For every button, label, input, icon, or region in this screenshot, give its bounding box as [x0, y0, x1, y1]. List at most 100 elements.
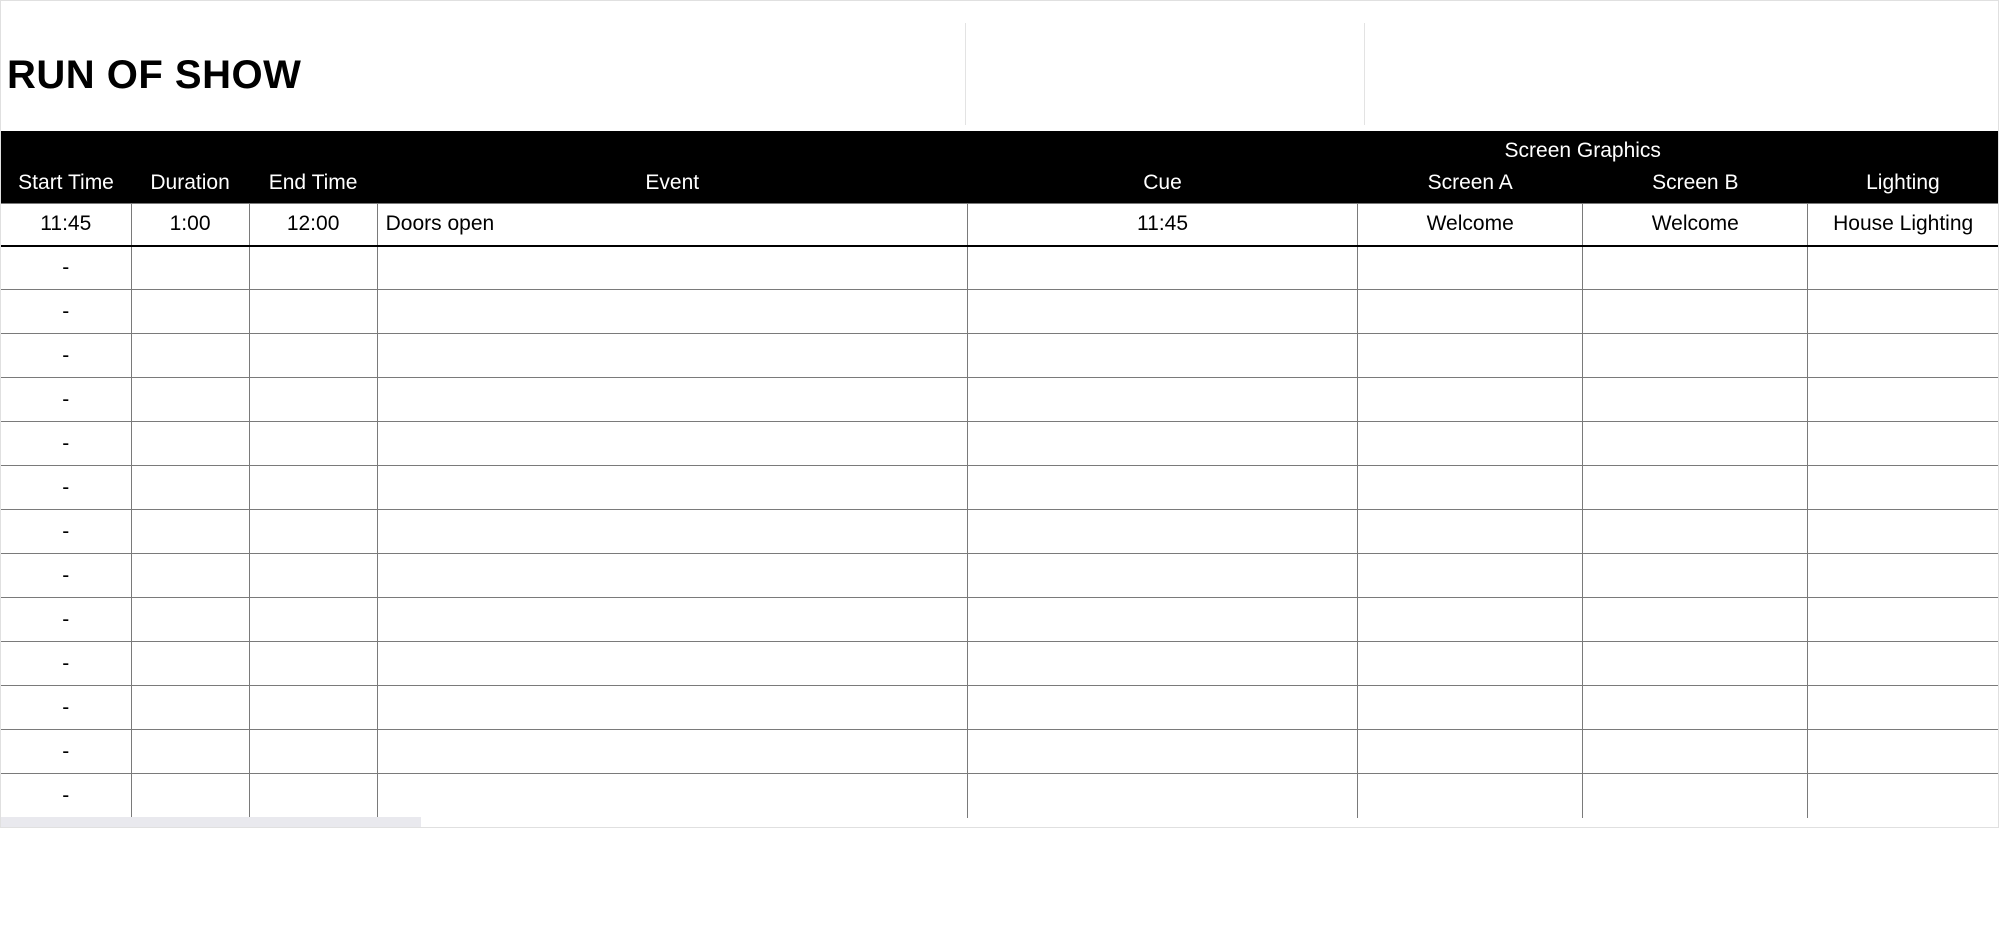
- cell-start-time[interactable]: -: [1, 466, 131, 510]
- table-row[interactable]: -: [1, 422, 1998, 466]
- cell-screen-b[interactable]: [1583, 466, 1808, 510]
- cell-duration[interactable]: [131, 774, 249, 818]
- cell-screen-a[interactable]: [1358, 422, 1583, 466]
- cell-screen-b[interactable]: [1583, 554, 1808, 598]
- cell-screen-b[interactable]: [1583, 510, 1808, 554]
- cell-lighting[interactable]: [1808, 466, 1998, 510]
- cell-start-time[interactable]: 11:45: [1, 204, 131, 246]
- cell-screen-b[interactable]: [1583, 642, 1808, 686]
- table-row[interactable]: -: [1, 246, 1998, 290]
- cell-cue[interactable]: [967, 290, 1357, 334]
- table-row[interactable]: -: [1, 554, 1998, 598]
- cell-end-time[interactable]: [249, 422, 377, 466]
- cell-screen-a[interactable]: Welcome: [1358, 204, 1583, 246]
- cell-end-time[interactable]: [249, 466, 377, 510]
- cell-cue[interactable]: [967, 334, 1357, 378]
- cell-screen-b[interactable]: [1583, 290, 1808, 334]
- table-row[interactable]: -: [1, 290, 1998, 334]
- cell-duration[interactable]: [131, 554, 249, 598]
- cell-screen-b[interactable]: [1583, 334, 1808, 378]
- cell-event[interactable]: [377, 290, 967, 334]
- cell-duration[interactable]: [131, 466, 249, 510]
- cell-event[interactable]: [377, 686, 967, 730]
- cell-cue[interactable]: [967, 686, 1357, 730]
- cell-cue[interactable]: [967, 246, 1357, 290]
- table-row[interactable]: -: [1, 334, 1998, 378]
- cell-event[interactable]: [377, 378, 967, 422]
- cell-start-time[interactable]: -: [1, 246, 131, 290]
- cell-duration[interactable]: [131, 730, 249, 774]
- cell-cue[interactable]: [967, 466, 1357, 510]
- cell-event[interactable]: [377, 334, 967, 378]
- cell-start-time[interactable]: -: [1, 730, 131, 774]
- cell-event[interactable]: [377, 422, 967, 466]
- cell-event[interactable]: [377, 774, 967, 818]
- cell-end-time[interactable]: 12:00: [249, 204, 377, 246]
- cell-event[interactable]: [377, 730, 967, 774]
- cell-lighting[interactable]: [1808, 730, 1998, 774]
- cell-cue[interactable]: [967, 598, 1357, 642]
- table-row[interactable]: -: [1, 466, 1998, 510]
- cell-end-time[interactable]: [249, 290, 377, 334]
- cell-screen-b[interactable]: [1583, 598, 1808, 642]
- cell-end-time[interactable]: [249, 686, 377, 730]
- cell-end-time[interactable]: [249, 334, 377, 378]
- cell-start-time[interactable]: -: [1, 334, 131, 378]
- cell-screen-a[interactable]: [1358, 642, 1583, 686]
- cell-start-time[interactable]: -: [1, 774, 131, 818]
- cell-duration[interactable]: [131, 598, 249, 642]
- cell-cue[interactable]: [967, 378, 1357, 422]
- cell-cue[interactable]: [967, 422, 1357, 466]
- cell-event[interactable]: Doors open: [377, 204, 967, 246]
- table-row[interactable]: -: [1, 686, 1998, 730]
- cell-lighting[interactable]: [1808, 598, 1998, 642]
- cell-cue[interactable]: 11:45: [967, 204, 1357, 246]
- cell-start-time[interactable]: -: [1, 378, 131, 422]
- cell-duration[interactable]: [131, 686, 249, 730]
- cell-cue[interactable]: [967, 774, 1357, 818]
- cell-lighting[interactable]: [1808, 686, 1998, 730]
- table-row[interactable]: -: [1, 642, 1998, 686]
- cell-cue[interactable]: [967, 642, 1357, 686]
- cell-lighting[interactable]: [1808, 554, 1998, 598]
- cell-lighting[interactable]: [1808, 246, 1998, 290]
- cell-lighting[interactable]: House Lighting: [1808, 204, 1998, 246]
- cell-end-time[interactable]: [249, 642, 377, 686]
- cell-screen-a[interactable]: [1358, 334, 1583, 378]
- table-row[interactable]: -: [1, 774, 1998, 818]
- cell-cue[interactable]: [967, 510, 1357, 554]
- cell-lighting[interactable]: [1808, 774, 1998, 818]
- cell-lighting[interactable]: [1808, 642, 1998, 686]
- cell-event[interactable]: [377, 554, 967, 598]
- cell-lighting[interactable]: [1808, 290, 1998, 334]
- cell-duration[interactable]: [131, 334, 249, 378]
- cell-screen-b[interactable]: [1583, 686, 1808, 730]
- cell-screen-a[interactable]: [1358, 290, 1583, 334]
- cell-lighting[interactable]: [1808, 378, 1998, 422]
- cell-start-time[interactable]: -: [1, 686, 131, 730]
- cell-screen-a[interactable]: [1358, 246, 1583, 290]
- cell-lighting[interactable]: [1808, 422, 1998, 466]
- cell-event[interactable]: [377, 598, 967, 642]
- cell-start-time[interactable]: -: [1, 598, 131, 642]
- cell-screen-b[interactable]: Welcome: [1583, 204, 1808, 246]
- table-row[interactable]: -: [1, 510, 1998, 554]
- cell-end-time[interactable]: [249, 378, 377, 422]
- cell-duration[interactable]: [131, 422, 249, 466]
- cell-screen-b[interactable]: [1583, 774, 1808, 818]
- cell-duration[interactable]: [131, 246, 249, 290]
- cell-duration[interactable]: [131, 510, 249, 554]
- cell-end-time[interactable]: [249, 246, 377, 290]
- cell-end-time[interactable]: [249, 598, 377, 642]
- table-row[interactable]: -: [1, 598, 1998, 642]
- cell-start-time[interactable]: -: [1, 642, 131, 686]
- cell-duration[interactable]: 1:00: [131, 204, 249, 246]
- cell-end-time[interactable]: [249, 510, 377, 554]
- cell-duration[interactable]: [131, 642, 249, 686]
- cell-end-time[interactable]: [249, 730, 377, 774]
- cell-start-time[interactable]: -: [1, 422, 131, 466]
- cell-screen-b[interactable]: [1583, 730, 1808, 774]
- cell-event[interactable]: [377, 510, 967, 554]
- cell-screen-a[interactable]: [1358, 554, 1583, 598]
- cell-start-time[interactable]: -: [1, 510, 131, 554]
